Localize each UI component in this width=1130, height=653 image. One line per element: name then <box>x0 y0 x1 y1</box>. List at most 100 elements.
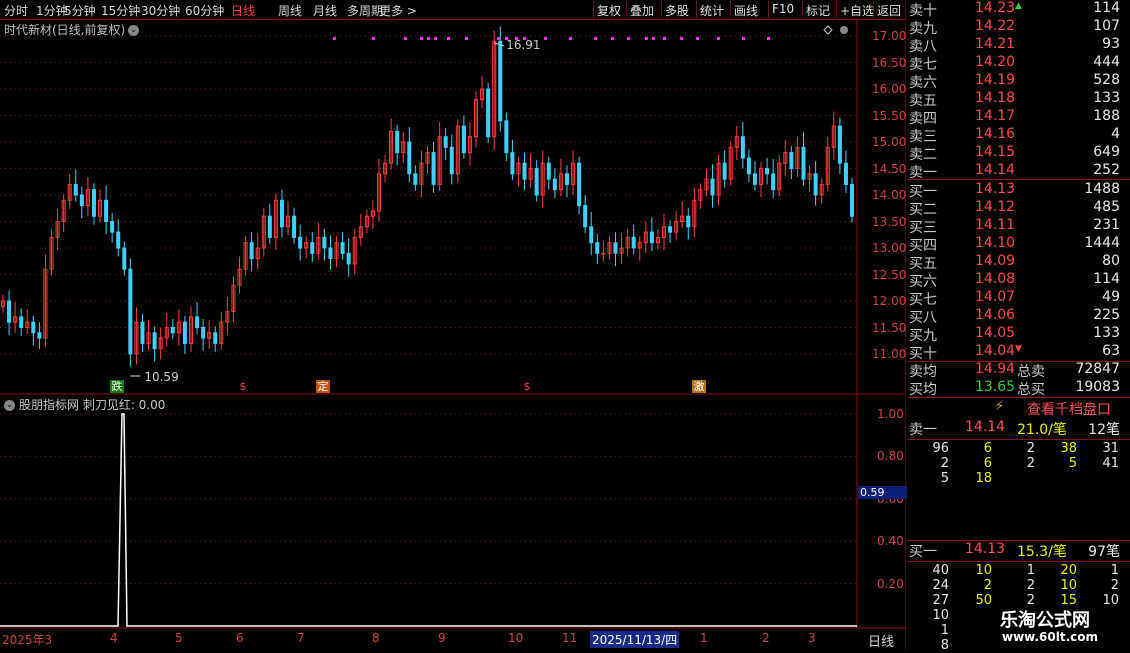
order-book-row[interactable]: 买五 14.09 80 <box>907 253 1130 272</box>
candle-body <box>546 162 551 180</box>
date-tick: 4 <box>110 631 118 645</box>
candle-body <box>170 327 175 334</box>
queue-cell: 31 <box>1102 441 1119 456</box>
level-price: 14.10 <box>975 235 1016 251</box>
deep-book-button[interactable]: ⚡ 查看千档盘口 <box>907 398 1130 419</box>
candle-body <box>577 162 582 207</box>
candle-body <box>740 136 745 159</box>
price-tick: 14.50 <box>872 161 907 176</box>
order-book-row[interactable]: 卖五 14.18 133 <box>907 90 1130 109</box>
signal-dot <box>372 37 375 40</box>
indicator-name: 股朋指标网 刺刀见红: 0.00 <box>19 398 166 412</box>
book-summary-row: 卖均 14.94 总卖 72847 <box>907 361 1130 380</box>
candle-body <box>486 88 491 138</box>
queue-cell: 2 <box>983 578 992 593</box>
summary-label: 买均 <box>909 382 937 398</box>
level-label: 卖七 <box>909 57 937 73</box>
candle-body <box>504 120 509 154</box>
queue-cell: 10 <box>932 608 949 623</box>
level-label: 卖二 <box>909 147 937 163</box>
level-price: 14.05 <box>975 325 1016 341</box>
level-qty: 252 <box>1093 162 1120 178</box>
order-book-row[interactable]: 买二 14.12 485 <box>907 199 1130 218</box>
level-price: 14.18 <box>975 90 1016 106</box>
signal-dot <box>742 37 745 40</box>
level-price: 14.22 <box>975 18 1016 34</box>
queue-cell: 27 <box>932 593 949 608</box>
order-book-row[interactable]: 卖十 14.23 114 ▲ <box>907 0 1130 19</box>
level-label: 卖八 <box>909 39 937 55</box>
signal-dot <box>333 37 336 40</box>
queue-cell: 50 <box>975 593 992 608</box>
level-label: 买七 <box>909 292 937 308</box>
order-book-row[interactable]: 卖一 14.14 252 <box>907 162 1130 181</box>
queue-cell: 1 <box>1026 563 1035 578</box>
chevron-down-icon[interactable]: ⌄ <box>4 400 15 411</box>
candle-body <box>395 130 400 154</box>
order-book-row[interactable]: 卖四 14.17 188 <box>907 108 1130 127</box>
level-label: 卖六 <box>909 75 937 91</box>
order-book-row[interactable]: 卖六 14.19 528 <box>907 72 1130 91</box>
candle-body <box>182 321 187 344</box>
candle-body <box>298 236 303 249</box>
candle-body <box>649 231 654 244</box>
indicator-tick: 1.00 <box>877 407 904 421</box>
candle-body <box>595 242 600 254</box>
price-tick: 12.00 <box>872 294 907 308</box>
order-book-row[interactable]: 卖九 14.22 107 <box>907 18 1130 37</box>
queue-cell: 2 <box>1026 578 1035 593</box>
order-book-row[interactable]: 卖二 14.15 649 <box>907 144 1130 163</box>
candle-body <box>292 215 297 238</box>
date-tick: 2025/11/13/四 <box>590 631 680 648</box>
summary-qty: 19083 <box>1075 379 1120 395</box>
candle-body <box>79 194 84 207</box>
signal-dot <box>420 37 423 40</box>
level-qty: 49 <box>1102 289 1120 305</box>
level-price: 14.12 <box>975 199 1016 215</box>
kline-chart[interactable]: 16.9110.59 <box>0 0 906 650</box>
candle-body <box>510 152 515 175</box>
level-price: 14.16 <box>975 126 1016 142</box>
indicator-tick: 0.20 <box>877 576 904 591</box>
candle-body <box>110 221 115 233</box>
candle-body <box>249 242 254 260</box>
summary-price: 14.94 <box>975 361 1016 377</box>
candle-body <box>37 332 42 339</box>
order-book-row[interactable]: 卖三 14.16 4 <box>907 126 1130 145</box>
candle-body <box>613 242 618 254</box>
queue-avg: 21.0/笔 <box>1017 422 1067 438</box>
order-book-row[interactable]: 买四 14.10 1444 <box>907 235 1130 254</box>
price-tick: 16.50 <box>872 55 907 70</box>
date-tick: 5 <box>175 631 183 645</box>
candle-body <box>789 152 794 170</box>
order-book-row[interactable]: 买一 14.13 1488 <box>907 181 1130 200</box>
order-book-row[interactable]: 买六 14.08 114 <box>907 271 1130 290</box>
order-book-row[interactable]: 买八 14.06 225 <box>907 307 1130 326</box>
low-price-label: 10.59 <box>144 370 178 384</box>
order-book-row[interactable]: 买九 14.05 133 <box>907 325 1130 344</box>
signal-marker: $ <box>523 380 531 393</box>
candle-body <box>771 173 776 191</box>
signal-dot <box>696 37 699 40</box>
signal-dot <box>717 37 720 40</box>
candle-body <box>668 226 673 233</box>
price-tick: 15.50 <box>872 108 907 123</box>
signal-dot <box>447 37 450 40</box>
date-tick: 3 <box>808 631 816 645</box>
order-book-row[interactable]: 买七 14.07 49 <box>907 289 1130 308</box>
level-label: 买三 <box>909 220 937 236</box>
level-price: 14.04 <box>975 343 1016 359</box>
order-book-row[interactable]: 买十 14.04 63 ▼ <box>907 343 1130 362</box>
order-book-row[interactable]: 买三 14.11 231 <box>907 217 1130 236</box>
level-price: 14.17 <box>975 108 1016 124</box>
level-price: 14.09 <box>975 253 1016 269</box>
order-book-row[interactable]: 卖八 14.21 93 <box>907 36 1130 55</box>
queue-cell: 10 <box>975 563 992 578</box>
candle-body <box>279 199 284 228</box>
order-book-row[interactable]: 卖七 14.20 444 <box>907 54 1130 73</box>
signal-dot <box>544 37 547 40</box>
signal-dot <box>404 37 407 40</box>
candle-body <box>837 125 842 164</box>
period-label[interactable]: 日线 <box>868 631 894 650</box>
date-tick: 7 <box>297 631 305 645</box>
